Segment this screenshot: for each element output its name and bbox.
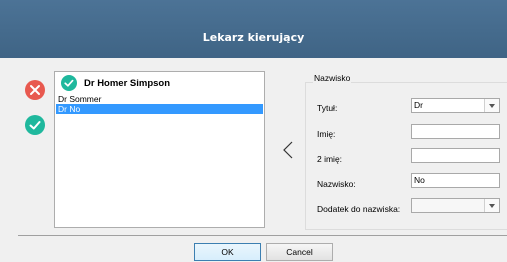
checkmark-icon bbox=[29, 121, 41, 130]
cancel-button[interactable]: Cancel bbox=[266, 243, 333, 261]
selected-physician-name: Dr Homer Simpson bbox=[84, 78, 171, 89]
title-bar[interactable]: Lekarz kierujący bbox=[0, 0, 507, 58]
surname-label: Nazwisko: bbox=[317, 179, 356, 189]
chevron-down-icon[interactable] bbox=[484, 99, 499, 112]
surname-field[interactable]: No bbox=[411, 173, 500, 188]
list-item-selected[interactable]: Dr No bbox=[56, 104, 263, 114]
title-label: Tytuł: bbox=[317, 103, 338, 113]
window-title: Lekarz kierujący bbox=[202, 31, 305, 44]
ok-button[interactable]: OK bbox=[194, 243, 261, 261]
suffix-select[interactable] bbox=[411, 198, 500, 213]
chevron-left-icon bbox=[283, 141, 293, 159]
title-select-value: Dr bbox=[414, 100, 423, 110]
list-items: Dr Sommer Dr No bbox=[56, 94, 263, 114]
first-name-field[interactable] bbox=[411, 124, 500, 139]
checkmark-icon bbox=[61, 75, 77, 91]
confirm-button[interactable] bbox=[25, 115, 45, 135]
remove-button[interactable] bbox=[25, 80, 45, 100]
title-select[interactable]: Dr bbox=[411, 98, 500, 113]
list-header: Dr Homer Simpson bbox=[57, 74, 257, 92]
close-icon bbox=[30, 85, 40, 95]
dialog-body: Dr Homer Simpson Dr Sommer Dr No Nazwisk… bbox=[0, 58, 507, 262]
separator bbox=[18, 235, 507, 236]
first-name-label: Imię: bbox=[317, 129, 336, 139]
list-item[interactable]: Dr Sommer bbox=[56, 94, 263, 104]
suffix-label: Dodatek do nazwiska: bbox=[317, 204, 401, 214]
dialog-window: Lekarz kierujący Dr Homer Simpson Dr Som… bbox=[0, 0, 507, 262]
transfer-button[interactable] bbox=[281, 139, 295, 161]
second-name-label: 2 imię: bbox=[317, 154, 343, 164]
chevron-down-icon[interactable] bbox=[484, 199, 499, 212]
second-name-field[interactable] bbox=[411, 148, 500, 163]
physician-list[interactable]: Dr Homer Simpson Dr Sommer Dr No bbox=[54, 71, 265, 228]
group-title: Nazwisko bbox=[313, 73, 352, 83]
